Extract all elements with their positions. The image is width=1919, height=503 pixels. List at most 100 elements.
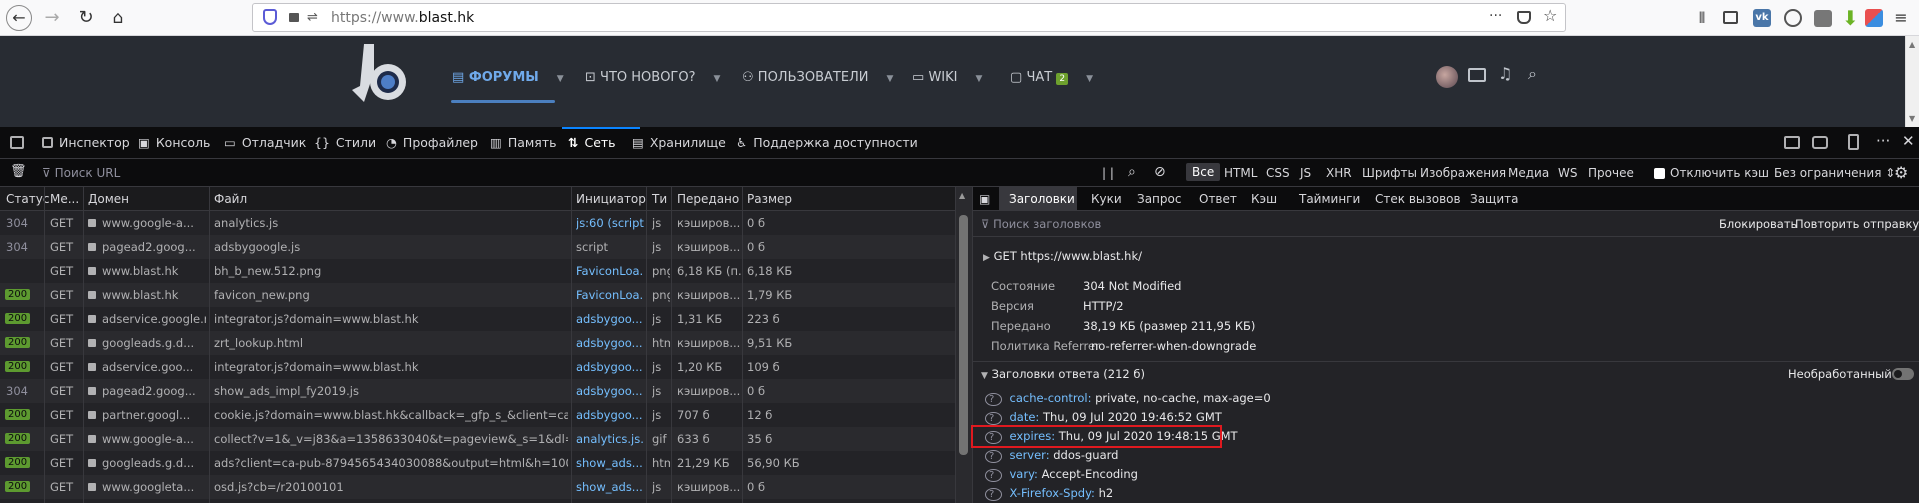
table-row[interactable]: GET www.blast.hk bh_b_new.512.png FaviconLo… xyxy=(0,259,955,283)
table-row[interactable]: 304 GET pagead2.goog... show_ads_impl_fy201… xyxy=(0,379,955,403)
filter-other[interactable]: Прочее xyxy=(1588,166,1634,180)
screenshot-icon[interactable] xyxy=(1812,136,1828,149)
nav-wiki[interactable]: ▭ WIKI ▼ xyxy=(912,70,982,85)
table-row[interactable]: 200 GET googleads.g.d... zrt_lookup.html ads… xyxy=(0,331,955,355)
extension-2-icon[interactable] xyxy=(1865,9,1883,27)
tab-timings[interactable]: Тайминги xyxy=(1299,192,1360,206)
tab-inspector[interactable]: Инспектор xyxy=(42,135,130,150)
tab-profiler[interactable]: ◔ Профайлер xyxy=(386,135,478,150)
scroll-up-icon[interactable]: ▲ xyxy=(959,191,965,200)
pause-icon[interactable]: | | xyxy=(1102,166,1114,180)
cell-initiator[interactable]: FaviconLoa... xyxy=(576,264,644,278)
tab-security[interactable]: Защита xyxy=(1470,192,1519,206)
help-icon[interactable]: ? xyxy=(985,393,1002,406)
response-header-row[interactable]: ? date: Thu, 09 Jul 2020 19:46:52 GMT xyxy=(985,410,1222,425)
table-row[interactable]: 304 GET pagead2.goog... adsbygoogle.js scrip… xyxy=(0,235,955,259)
nav-forums[interactable]: ▤ ФОРУМЫ ▼ xyxy=(452,70,564,85)
cell-initiator[interactable]: adsbygoo... xyxy=(576,312,644,326)
tab-response[interactable]: Ответ xyxy=(1199,192,1237,206)
tab-console[interactable]: ▣ Консоль xyxy=(138,135,210,150)
sidebar-icon[interactable] xyxy=(1723,11,1738,24)
tab-stack-trace[interactable]: Стек вызовов xyxy=(1375,192,1461,206)
cell-initiator[interactable]: script xyxy=(576,240,644,254)
resend-button[interactable]: Повторить отправку ⇕ xyxy=(1795,217,1919,231)
help-icon[interactable]: ? xyxy=(985,412,1002,425)
tracking-protection-icon[interactable] xyxy=(263,9,277,25)
help-icon[interactable]: ? xyxy=(985,469,1002,482)
nav-chat[interactable]: ▢ ЧАТ 2 ▼ xyxy=(1010,70,1093,85)
page-actions-icon[interactable]: ··· xyxy=(1489,8,1502,24)
col-method[interactable]: Ме... xyxy=(50,192,79,206)
tab-storage[interactable]: ▤ Хранилище xyxy=(632,135,726,150)
url-bar[interactable]: ⇌ https://www.blast.hk ··· ☆ xyxy=(252,3,1566,32)
col-file[interactable]: Файл xyxy=(214,192,247,206)
toggle-sidebar-icon[interactable]: ▣ xyxy=(979,192,990,206)
permissions-icon[interactable]: ⇌ xyxy=(307,10,318,25)
help-icon[interactable]: ? xyxy=(985,450,1002,463)
back-icon[interactable]: ← xyxy=(6,5,32,31)
response-header-row[interactable]: ? server: ddos-guard xyxy=(985,448,1118,463)
cell-initiator[interactable]: js:60 (script) xyxy=(576,216,644,230)
raw-toggle-switch[interactable] xyxy=(1892,368,1914,380)
filter-js[interactable]: JS xyxy=(1300,166,1311,180)
more-options-icon[interactable]: ··· xyxy=(1876,132,1890,150)
cell-initiator[interactable]: FaviconLoa... xyxy=(576,288,644,302)
url-text[interactable]: https://www.blast.hk xyxy=(331,10,474,26)
dock-icon[interactable] xyxy=(1784,136,1800,149)
tab-network[interactable]: ⇅ Сеть xyxy=(568,135,616,150)
disable-cache-checkbox[interactable] xyxy=(1654,168,1665,179)
download-icon[interactable]: ⬇ xyxy=(1842,6,1859,30)
table-row[interactable]: 304 GET www.google-a... analytics.js js:60 (… xyxy=(0,211,955,235)
tab-accessibility[interactable]: ♿ Поддержка доступности xyxy=(736,135,918,150)
avatar[interactable] xyxy=(1436,66,1458,88)
cell-initiator[interactable]: adsbygoo... xyxy=(576,360,644,374)
throttle-select[interactable]: Без ограничения ⇕ xyxy=(1774,166,1895,180)
tab-styles[interactable]: {} Стили xyxy=(314,135,376,150)
headers-filter-input[interactable]: ⊽ Поиск заголовков xyxy=(981,217,1101,231)
response-header-row[interactable]: ? X-Firefox-Spdy: h2 xyxy=(985,486,1113,501)
table-row[interactable]: 200 GET partner.googl... cookie.js?domain=w… xyxy=(0,403,955,427)
scroll-up-icon[interactable]: ▲ xyxy=(1909,40,1915,49)
help-icon[interactable]: ? xyxy=(985,488,1002,501)
cell-initiator[interactable]: adsbygoo... xyxy=(576,384,644,398)
account-icon[interactable] xyxy=(1784,9,1802,27)
bookmark-star-icon[interactable]: ☆ xyxy=(1543,6,1557,25)
cell-initiator[interactable]: show_ads... xyxy=(576,480,644,494)
filter-all[interactable]: Все xyxy=(1186,163,1221,181)
response-header-row[interactable]: ? cache-control: private, no-cache, max-… xyxy=(985,391,1271,406)
col-transferred[interactable]: Передано xyxy=(677,192,739,206)
table-row[interactable]: 200 GET adservice.google.ru integrator.js?d… xyxy=(0,307,955,331)
filter-media[interactable]: Медиа xyxy=(1508,166,1549,180)
response-header-row[interactable]: ? vary: Accept-Encoding xyxy=(985,467,1138,482)
menu-icon[interactable]: ≡ xyxy=(1887,4,1915,32)
col-size[interactable]: Размер xyxy=(747,192,792,206)
table-row[interactable]: 200 GET www.google-a... collect?v=1&_v=j83&… xyxy=(0,427,955,451)
nav-whats-new[interactable]: ⊡ ЧТО НОВОГО? ▼ xyxy=(585,70,720,85)
table-row[interactable]: 200 GET www.blast.hk favicon_new.png Favicon… xyxy=(0,283,955,307)
col-domain[interactable]: Домен xyxy=(88,192,129,206)
table-row[interactable]: 200 GET googleads.g.d... ads?client=ca-pub-… xyxy=(0,451,955,475)
block-icon[interactable]: ⊘ xyxy=(1154,164,1166,180)
pocket-icon[interactable] xyxy=(1517,11,1531,24)
request-line[interactable]: ▶ GET https://www.blast.hk/ xyxy=(983,249,1142,263)
cell-initiator[interactable]: show_ads... xyxy=(576,456,644,470)
extension-icon[interactable] xyxy=(1814,10,1832,27)
tab-debugger[interactable]: ▭ Отладчик xyxy=(224,135,306,150)
element-picker-icon[interactable] xyxy=(10,136,24,149)
filter-css[interactable]: CSS xyxy=(1266,166,1290,180)
cell-initiator[interactable]: adsbygoo... xyxy=(576,336,644,350)
mail-icon[interactable] xyxy=(1468,68,1486,82)
scroll-down-icon[interactable]: ▼ xyxy=(1909,114,1915,123)
filter-images[interactable]: Изображения xyxy=(1420,166,1506,180)
col-initiator[interactable]: Инициатор xyxy=(576,192,646,206)
vk-icon[interactable]: vk xyxy=(1753,9,1771,27)
cell-initiator[interactable]: analytics.js... xyxy=(576,432,644,446)
filter-url-input[interactable]: ⊽ Поиск URL xyxy=(42,166,120,180)
request-list-scrollbar[interactable]: ▲ xyxy=(955,187,972,503)
response-headers-section[interactable]: ▼ Заголовки ответа (212 б) xyxy=(981,367,1145,381)
tab-request[interactable]: Запрос xyxy=(1137,192,1181,206)
nav-users[interactable]: ⚇ ПОЛЬЗОВАТЕЛИ ▼ xyxy=(742,70,893,85)
tab-cookies[interactable]: Куки xyxy=(1091,192,1122,206)
col-status[interactable]: Статус xyxy=(6,192,49,206)
site-logo[interactable] xyxy=(350,42,408,112)
